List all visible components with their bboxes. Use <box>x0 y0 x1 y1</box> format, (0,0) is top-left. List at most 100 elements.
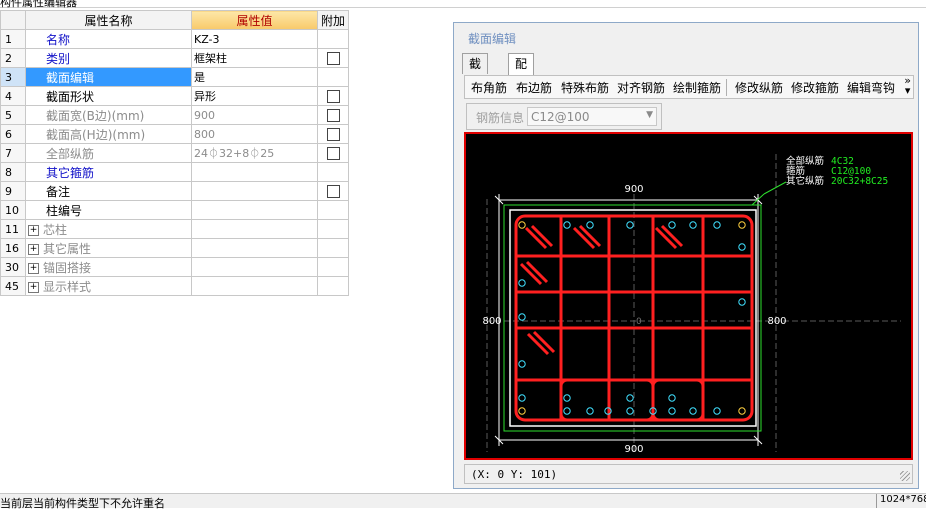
row-number: 1 <box>0 29 26 49</box>
toolbar-more-button[interactable]: » ▾ <box>904 75 911 96</box>
property-row[interactable]: 7 全部纵筋 24⏀32+8⏀25 <box>0 143 349 163</box>
property-name-cell[interactable]: 全部纵筋 <box>25 143 192 163</box>
property-row[interactable]: 1 名称 KZ-3 <box>0 29 349 49</box>
property-value[interactable]: 24⏀32+8⏀25 <box>191 143 318 163</box>
grid-header-name[interactable]: 属性名称 <box>25 10 192 30</box>
row-number: 2 <box>0 48 26 68</box>
outer-stirrup <box>514 214 754 422</box>
extra-checkbox[interactable] <box>327 147 340 160</box>
property-value[interactable] <box>191 162 318 182</box>
extra-cell <box>317 238 349 258</box>
property-name-cell[interactable]: 截面宽(B边)(mm) <box>25 105 192 125</box>
grid-header-value[interactable]: 属性值 <box>191 10 318 30</box>
property-row[interactable]: 4 截面形状 异形 <box>0 86 349 106</box>
property-row[interactable]: 3 截面编辑 是 <box>0 67 349 87</box>
property-name: 芯柱 <box>43 222 68 237</box>
property-name: 柱编号 <box>46 203 83 218</box>
property-row[interactable]: 6 截面高(H边)(mm) 800 <box>0 124 349 144</box>
rebar-info-bar: 钢筋信息 C12@100 ▼ <box>466 103 662 130</box>
property-value[interactable]: 异形 <box>191 86 318 106</box>
section-drawing-canvas[interactable]: 900 900 800 800 0 全部纵筋 4C32 箍筋 C12@100 其… <box>464 132 913 460</box>
row-number: 10 <box>0 200 26 220</box>
property-name-cell[interactable]: + 锚固搭接 <box>25 257 192 277</box>
rebar-dot <box>518 279 526 287</box>
property-value[interactable] <box>191 200 318 220</box>
property-value[interactable]: 是 <box>191 67 318 87</box>
rebar-dot <box>689 407 697 415</box>
rebar-toolbar: 布角筋 布边筋 特殊布筋 对齐钢筋 绘制箍筋 修改纵筋 修改箍筋 编辑弯钩 » ▾ <box>464 75 914 99</box>
top-strip: 构件属性编辑器 <box>0 0 926 9</box>
modify-long-rebar-button[interactable]: 修改纵筋 <box>735 79 783 96</box>
property-row[interactable]: 9 备注 <box>0 181 349 201</box>
property-value[interactable]: 800 <box>191 124 318 144</box>
extra-checkbox[interactable] <box>327 90 340 103</box>
property-row[interactable]: 8 其它箍筋 <box>0 162 349 182</box>
expand-plus-icon[interactable]: + <box>28 262 39 274</box>
extra-cell <box>317 162 349 182</box>
property-value[interactable]: 框架柱 <box>191 48 318 68</box>
property-row[interactable]: 11 + 芯柱 <box>0 219 349 239</box>
property-name-cell[interactable]: 类别 <box>25 48 192 68</box>
rebar-dot <box>738 221 746 229</box>
property-name-cell[interactable]: 名称 <box>25 29 192 49</box>
annotation-leader <box>763 181 787 195</box>
extra-checkbox[interactable] <box>327 185 340 198</box>
extra-checkbox[interactable] <box>327 52 340 65</box>
row-number: 9 <box>0 181 26 201</box>
extra-cell <box>317 105 349 125</box>
property-row[interactable]: 2 类别 框架柱 <box>0 48 349 68</box>
expand-plus-icon[interactable]: + <box>28 224 39 236</box>
property-name-cell[interactable]: 其它箍筋 <box>25 162 192 182</box>
property-name-cell[interactable]: 截面编辑 <box>25 67 192 87</box>
rebar-dot <box>713 221 721 229</box>
tab-rebar[interactable]: 配筋 <box>508 53 535 91</box>
property-row[interactable]: 16 + 其它属性 <box>0 238 349 258</box>
property-row[interactable]: 45 + 显示样式 <box>0 276 349 296</box>
grid-header-extra[interactable]: 附加 <box>317 10 349 30</box>
property-value[interactable] <box>191 238 318 258</box>
property-name: 全部纵筋 <box>46 146 95 161</box>
property-row[interactable]: 10 柱编号 <box>0 200 349 220</box>
annotation-label-3: 其它纵筋 <box>786 175 824 187</box>
expand-plus-icon[interactable]: + <box>28 281 39 293</box>
edit-hook-button[interactable]: 编辑弯钩 <box>847 79 895 96</box>
property-value[interactable]: 900 <box>191 105 318 125</box>
property-value[interactable] <box>191 257 318 277</box>
coordinate-readout: (X: 0 Y: 101) <box>471 468 558 481</box>
rebar-dot <box>626 221 634 229</box>
status-message: 当前层当前构件类型下不允许重名 <box>0 497 165 510</box>
rebar-dot <box>518 394 526 402</box>
property-value[interactable] <box>191 181 318 201</box>
expand-plus-icon[interactable]: + <box>28 243 39 255</box>
extra-cell <box>317 257 349 277</box>
corner-rebar-button[interactable]: 布角筋 <box>471 79 507 96</box>
tab-section[interactable]: 截面 <box>462 53 489 91</box>
panel-title: 截面编辑 <box>468 32 517 46</box>
align-rebar-button[interactable]: 对齐钢筋 <box>617 79 665 96</box>
row-number: 30 <box>0 257 26 277</box>
property-value[interactable]: KZ-3 <box>191 29 318 49</box>
property-name-cell[interactable]: + 芯柱 <box>25 219 192 239</box>
extra-cell <box>317 181 349 201</box>
property-name-cell[interactable]: 柱编号 <box>25 200 192 220</box>
property-value[interactable] <box>191 219 318 239</box>
property-name-cell[interactable]: 截面高(H边)(mm) <box>25 124 192 144</box>
special-rebar-button[interactable]: 特殊布筋 <box>561 79 609 96</box>
rebar-info-select[interactable]: C12@100 ▼ <box>527 107 657 126</box>
property-name-cell[interactable]: 备注 <box>25 181 192 201</box>
resize-grip-icon[interactable] <box>900 471 910 481</box>
property-name-cell[interactable]: + 显示样式 <box>25 276 192 296</box>
property-name-cell[interactable]: + 其它属性 <box>25 238 192 258</box>
draw-stirrup-button[interactable]: 绘制箍筋 <box>673 79 721 96</box>
property-name-cell[interactable]: 截面形状 <box>25 86 192 106</box>
cover-lines <box>503 181 787 432</box>
extra-checkbox[interactable] <box>327 128 340 141</box>
edge-rebar-button[interactable]: 布边筋 <box>516 79 552 96</box>
property-value[interactable] <box>191 276 318 296</box>
modify-stirrup-button[interactable]: 修改箍筋 <box>791 79 839 96</box>
row-number: 5 <box>0 105 26 125</box>
property-row[interactable]: 5 截面宽(B边)(mm) 900 <box>0 105 349 125</box>
origin-label: 0 <box>636 317 642 327</box>
extra-checkbox[interactable] <box>327 109 340 122</box>
property-row[interactable]: 30 + 锚固搭接 <box>0 257 349 277</box>
